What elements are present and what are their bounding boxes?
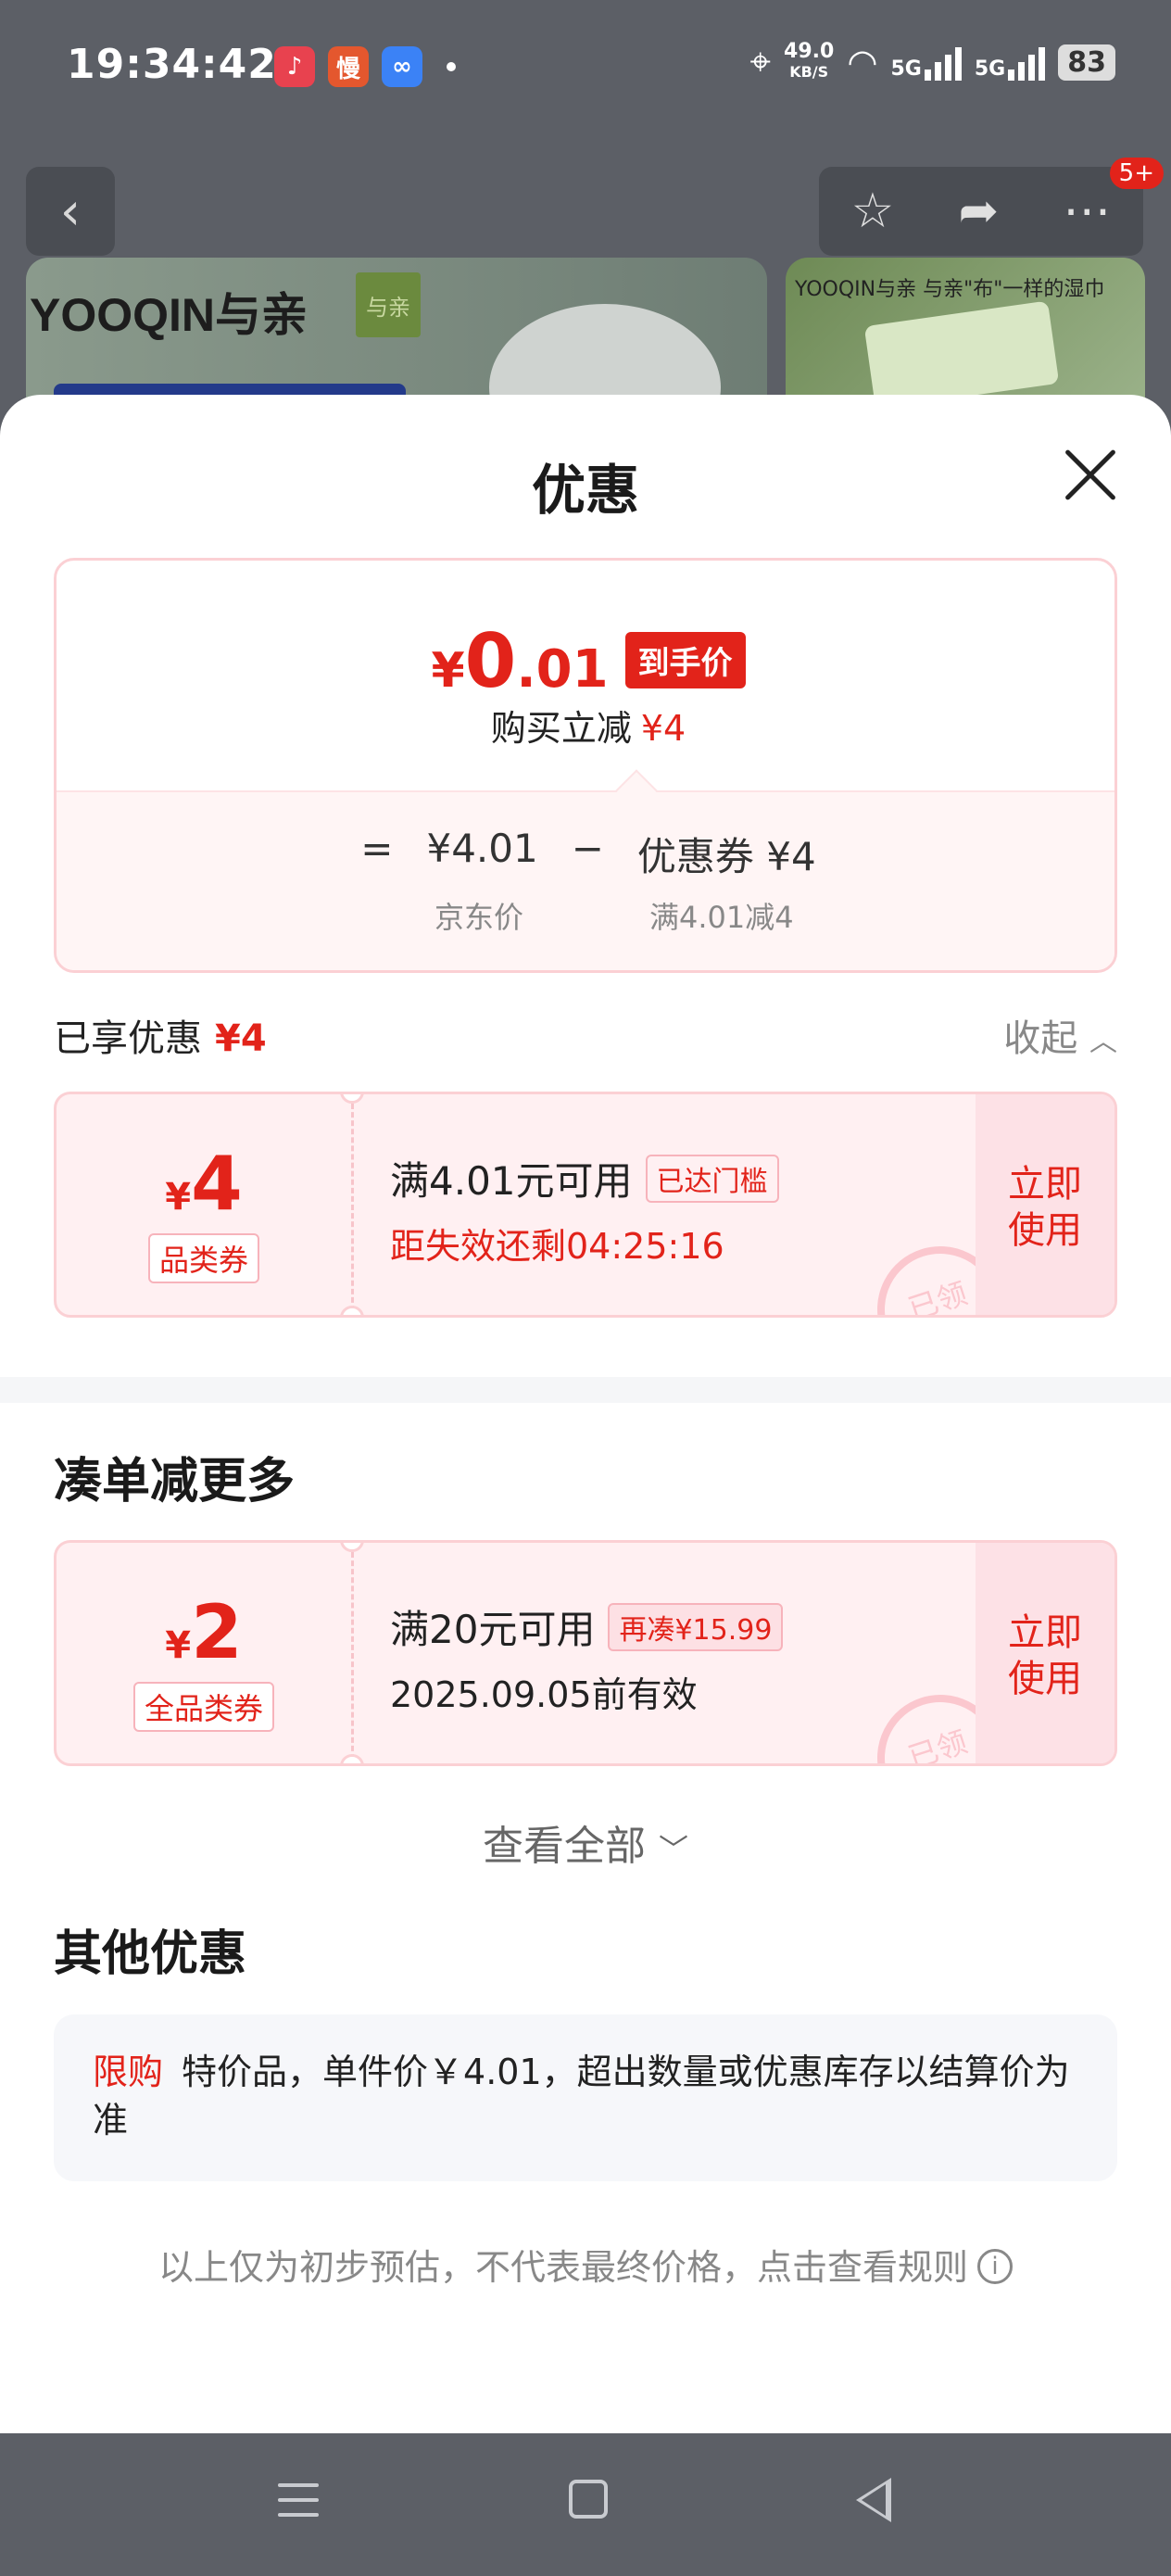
product-banner: YOOQIN与亲 与亲 — [26, 258, 767, 415]
menu-icon[interactable] — [278, 2483, 319, 2528]
thumbnail-image — [863, 300, 1060, 410]
share-icon[interactable]: ➦ — [959, 183, 1000, 239]
limit-text: 特价品，单件价￥4.01，超出数量或优惠库存以结算价为准 — [93, 2052, 1070, 2140]
notification-icons: ♪ 慢 ∞ — [274, 46, 456, 87]
brand-tag: 与亲 — [356, 272, 421, 337]
product-thumbnail: YOOQIN与亲 与亲"布"一样的湿巾 — [786, 258, 1145, 415]
star-icon[interactable]: ☆ — [851, 183, 895, 239]
back-triangle-icon[interactable] — [856, 2478, 891, 2522]
coupon-details: 满20元可用 再凑¥15.99 2025.09.05前有效 — [390, 1598, 983, 1717]
battery-indicator: 83 — [1058, 44, 1115, 81]
enjoyed-discounts-row: 已享优惠 ¥4 收起 ︿ — [54, 1008, 1117, 1064]
more-icon[interactable]: ⋯ — [1063, 183, 1111, 239]
purchase-limit-notice: 限购 特价品，单件价￥4.01，超出数量或优惠库存以结算价为准 — [54, 2014, 1117, 2181]
coupon-validity: 2025.09.05前有效 — [390, 1674, 698, 1715]
status-time: 19:34:42 — [67, 41, 277, 88]
coupon-value-block: ¥4 品类券 — [57, 1094, 351, 1315]
signal-1: 5G — [891, 44, 962, 81]
coupon-divider — [351, 1104, 354, 1311]
chevron-down-icon: ﹀ — [658, 1832, 688, 1867]
message-badge: 5+ — [1109, 158, 1164, 189]
view-all-button[interactable]: 查看全部 ﹀ — [0, 1812, 1171, 1872]
use-now-button[interactable]: 立即使用 — [976, 1543, 1114, 1763]
coupon-type: 品类券 — [147, 1233, 259, 1283]
coupon-countdown: 距失效还剩04:25:16 — [390, 1226, 724, 1267]
network-speed: 49.0 KB/S — [784, 40, 835, 82]
section-divider — [0, 1377, 1171, 1403]
price-formula: = ¥4.01 − 优惠券 ¥4 — [360, 826, 816, 879]
use-now-button[interactable]: 立即使用 — [976, 1094, 1114, 1315]
location-icon: ⌖ — [749, 41, 772, 83]
status-bar: 19:34:42 ♪ 慢 ∞ ⌖ 49.0 KB/S ◠ 5G 5G 83 — [0, 0, 1171, 139]
wifi-icon: ◠ — [847, 42, 878, 82]
collapse-button[interactable]: 收起 ︿ — [1003, 1008, 1117, 1062]
music-app-icon: ♪ — [274, 46, 315, 87]
signal-2: 5G — [975, 44, 1046, 81]
coupon-condition: 满20元可用 — [390, 1607, 596, 1652]
info-icon: i — [977, 2248, 1013, 2284]
limit-tag: 限购 — [93, 2052, 164, 2092]
more-notifications-dot — [447, 62, 456, 71]
coupon-details: 满4.01元可用 已达门槛 距失效还剩04:25:16 — [390, 1150, 983, 1269]
coupon-value-block: ¥2 全品类券 — [57, 1543, 351, 1763]
instant-discount: 购买立减 ¥4 — [490, 708, 686, 749]
signal-bars-icon — [924, 44, 962, 81]
coupon-value: ¥2 — [165, 1589, 243, 1675]
category-coupon-card: ¥4 品类券 满4.01元可用 已达门槛 距失效还剩04:25:16 已领 立即使… — [54, 1092, 1117, 1318]
coupon-divider — [351, 1552, 354, 1760]
other-discounts-heading: 其他优惠 — [54, 1926, 247, 1982]
product-page-header: ‹ ☆ ➦ ⋯ 5+ YOOQIN与亲 与亲 YOOQIN与亲 与亲"布"一样的… — [0, 139, 1171, 417]
final-price-tag: 到手价 — [624, 632, 746, 688]
coupon-type: 全品类券 — [132, 1682, 274, 1732]
chevron-left-icon: ‹ — [59, 181, 82, 242]
sheet-title: 优惠 — [531, 459, 639, 522]
header-actions: ☆ ➦ ⋯ — [819, 167, 1143, 256]
system-nav-bar — [0, 2433, 1171, 2576]
app-icon-link: ∞ — [382, 46, 422, 87]
final-price: ¥ 0 .01 到手价 — [57, 618, 1114, 704]
app-icon-man: 慢 — [328, 46, 369, 87]
back-button[interactable]: ‹ — [26, 167, 115, 256]
coupon-condition: 满4.01元可用 — [390, 1158, 633, 1204]
signal-bars-icon — [1008, 44, 1046, 81]
brand-logo: YOOQIN与亲 — [30, 289, 308, 341]
coupon-shortfall-chip: 再凑¥15.99 — [608, 1602, 784, 1651]
coupon-status-chip: 已达门槛 — [645, 1154, 779, 1203]
coupon-notch — [340, 1306, 364, 1315]
thumbnail-text: YOOQIN与亲 与亲"布"一样的湿巾 — [795, 278, 1105, 301]
home-icon[interactable] — [569, 2480, 608, 2519]
all-category-coupon-card: ¥2 全品类券 满20元可用 再凑¥15.99 2025.09.05前有效 已领 … — [54, 1540, 1117, 1766]
discount-sheet: 优惠 ¥ 0 .01 到手价 购买立减 ¥4 = ¥4.01 − 优惠券 ¥4 京… — [0, 395, 1171, 2433]
rules-link[interactable]: 以上仅为初步预估，不代表最终价格，点击查看规则 i — [0, 2239, 1171, 2290]
close-icon[interactable] — [1062, 447, 1117, 502]
more-discounts-heading: 凑单减更多 — [54, 1454, 296, 1509]
coupon-value: ¥4 — [165, 1141, 243, 1227]
coupon-notch — [340, 1754, 364, 1763]
status-indicators: ⌖ 49.0 KB/S ◠ 5G 5G 83 — [750, 41, 1115, 83]
price-breakdown: = ¥4.01 − 优惠券 ¥4 京东价 满4.01减4 — [57, 790, 1114, 970]
chevron-up-icon: ︿ — [1089, 1026, 1117, 1058]
price-summary-card: ¥ 0 .01 到手价 购买立减 ¥4 = ¥4.01 − 优惠券 ¥4 京东价 … — [54, 558, 1117, 973]
